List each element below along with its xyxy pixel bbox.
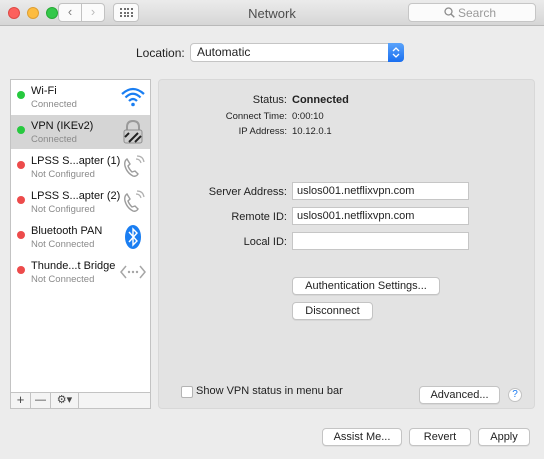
local-id-label: Local ID: xyxy=(243,236,287,248)
advanced-button[interactable]: Advanced... xyxy=(419,386,500,404)
connect-time-label: Connect Time: xyxy=(225,111,287,122)
service-name: LPSS S...apter (2) xyxy=(31,190,121,202)
search-icon xyxy=(444,7,455,18)
local-id-field[interactable] xyxy=(292,232,469,250)
service-status: Not Configured xyxy=(31,169,95,180)
service-status: Connected xyxy=(31,134,77,145)
remote-id-label: Remote ID: xyxy=(231,211,287,223)
ip-address-label: IP Address: xyxy=(238,126,287,137)
server-address-field[interactable]: uslos001.netflixvpn.com xyxy=(292,182,469,200)
select-stepper-icon xyxy=(388,43,404,62)
location-select[interactable]: Automatic xyxy=(190,43,404,62)
status-dot xyxy=(17,91,25,99)
location-value: Automatic xyxy=(197,45,251,59)
service-item-thunderbolt-bridge[interactable]: Thunde...t Bridge Not Connected xyxy=(11,255,150,289)
service-list: Wi-Fi Connected VPN (IKEv2) Connected LP… xyxy=(10,79,151,392)
service-name: Wi-Fi xyxy=(31,85,57,97)
status-dot xyxy=(17,196,25,204)
service-list-toolbar: + — ⚙▾ xyxy=(10,392,151,409)
phone-icon xyxy=(124,190,145,212)
wifi-icon xyxy=(121,87,145,107)
service-item-bluetooth-pan[interactable]: Bluetooth PAN Not Connected xyxy=(11,220,150,254)
server-address-label: Server Address: xyxy=(208,186,287,198)
assist-me-button[interactable]: Assist Me... xyxy=(322,428,402,446)
revert-button[interactable]: Revert xyxy=(409,428,471,446)
search-placeholder: Search xyxy=(458,6,497,20)
service-name: LPSS S...apter (1) xyxy=(31,155,121,167)
service-item-lpss-1[interactable]: LPSS S...apter (1) Not Configured xyxy=(11,150,150,184)
remote-id-field[interactable]: uslos001.netflixvpn.com xyxy=(292,207,469,225)
status-dot xyxy=(17,266,25,274)
remove-service-button[interactable]: — xyxy=(31,393,51,408)
status-value: Connected xyxy=(292,94,349,106)
bluetooth-icon xyxy=(125,225,141,249)
location-label: Location: xyxy=(136,46,185,60)
service-name: Thunde...t Bridge xyxy=(31,260,116,272)
title-bar: ‹ › Network Search xyxy=(0,0,544,26)
help-button[interactable]: ? xyxy=(508,388,522,402)
service-name: VPN (IKEv2) xyxy=(31,120,94,132)
service-name: Bluetooth PAN xyxy=(31,225,103,237)
service-status: Not Connected xyxy=(31,239,95,250)
status-label: Status: xyxy=(252,94,287,106)
phone-icon xyxy=(124,155,145,177)
authentication-settings-button[interactable]: Authentication Settings... xyxy=(292,277,440,295)
vpn-lock-icon xyxy=(123,119,143,144)
search-field[interactable]: Search xyxy=(408,3,536,22)
status-dot xyxy=(17,231,25,239)
apply-button[interactable]: Apply xyxy=(478,428,530,446)
gear-menu-button[interactable]: ⚙▾ xyxy=(51,393,79,408)
status-dot xyxy=(17,126,25,134)
service-status: Not Connected xyxy=(31,274,95,285)
vpn-detail-panel: Status: Connected Connect Time: 0:00:10 … xyxy=(158,79,535,409)
service-item-wifi[interactable]: Wi-Fi Connected xyxy=(11,80,150,114)
add-service-button[interactable]: + xyxy=(11,393,31,408)
thunderbolt-bridge-icon xyxy=(120,265,146,279)
show-vpn-status-label: Show VPN status in menu bar xyxy=(196,385,343,397)
show-vpn-status-checkbox[interactable] xyxy=(181,386,193,398)
service-status: Not Configured xyxy=(31,204,95,215)
service-item-lpss-2[interactable]: LPSS S...apter (2) Not Configured xyxy=(11,185,150,219)
disconnect-button[interactable]: Disconnect xyxy=(292,302,373,320)
status-dot xyxy=(17,161,25,169)
ip-address-value: 10.12.0.1 xyxy=(292,126,332,137)
connect-time-value: 0:00:10 xyxy=(292,111,324,122)
service-item-vpn[interactable]: VPN (IKEv2) Connected xyxy=(11,115,150,149)
service-status: Connected xyxy=(31,99,77,110)
